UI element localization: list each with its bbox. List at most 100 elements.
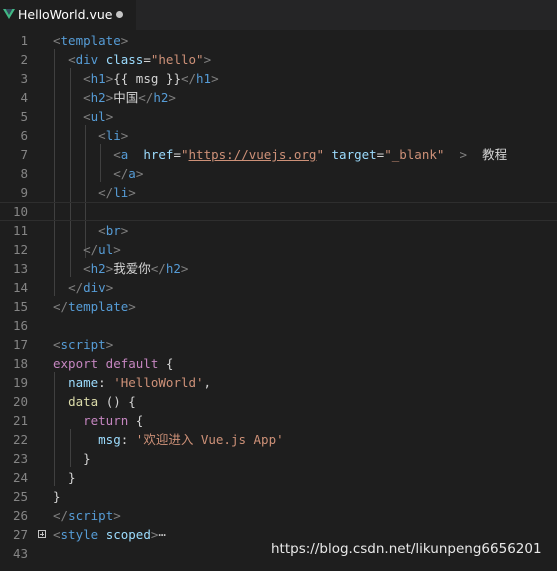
line-number: 24: [12, 470, 28, 485]
line-number: 17: [12, 337, 28, 352]
attribute-name: scoped: [105, 527, 151, 542]
tag-name: a: [128, 166, 136, 181]
code-line: 26 </script>: [0, 506, 557, 525]
attribute-name: target: [331, 147, 377, 162]
tag-name: li: [113, 185, 129, 200]
current-line[interactable]: 10: [0, 202, 557, 221]
tag-name: template: [68, 299, 129, 314]
text-content: 中国: [113, 90, 139, 105]
tag-name: div: [75, 52, 99, 67]
tag-name: h2: [153, 90, 169, 105]
code-line: 7 <a href="https://vuejs.org" target="_b…: [0, 145, 557, 164]
line-number: 1: [20, 33, 28, 48]
code-line: 17 <script>: [0, 335, 557, 354]
vue-file-icon: [3, 9, 15, 19]
tag-name: div: [83, 280, 106, 295]
code-line: 9 </li>: [0, 183, 557, 202]
string-value: '欢迎进入 Vue.js App': [135, 432, 284, 447]
tag-name: script: [68, 508, 114, 523]
tag-name: h2: [90, 90, 106, 105]
line-number: 14: [12, 280, 28, 295]
line-number: 20: [12, 394, 28, 409]
line-number: 4: [20, 90, 28, 105]
line-number: 3: [20, 71, 28, 86]
line-number: 22: [12, 432, 28, 447]
tag-name: ul: [90, 109, 106, 124]
tag-name: template: [60, 33, 121, 48]
attribute-name: class: [105, 52, 144, 67]
code-line: 1 <template>: [0, 31, 557, 50]
code-line: 12 </ul>: [0, 240, 557, 259]
code-line: 5 <ul>: [0, 107, 557, 126]
code-line: 15 </template>: [0, 297, 557, 316]
line-number: 10: [12, 204, 28, 219]
code-line: 14 </div>: [0, 278, 557, 297]
line-number: 7: [20, 147, 28, 162]
code-line: 11 <br>: [0, 221, 557, 240]
tag-name: ul: [98, 242, 114, 257]
line-number: 11: [12, 223, 28, 238]
code-line: 4 <h2>中国</h2>: [0, 88, 557, 107]
tag-name: script: [60, 337, 106, 352]
code-line: 22 msg: '欢迎进入 Vue.js App': [0, 430, 557, 449]
attribute-name: href: [143, 147, 174, 162]
expand-fold-icon[interactable]: [38, 530, 46, 538]
text-content: {{ msg }}: [113, 71, 181, 86]
code-line: 16: [0, 316, 557, 335]
line-number: 19: [12, 375, 28, 390]
code-line: 21 return {: [0, 411, 557, 430]
line-number: 2: [20, 52, 28, 67]
tag-name: br: [105, 223, 121, 238]
function-name: data: [68, 394, 99, 409]
tag-name: style: [60, 527, 99, 542]
string-value: 'HelloWorld': [113, 375, 204, 390]
tag-name: h2: [165, 261, 181, 276]
line-number: 18: [12, 356, 28, 371]
line-number: 23: [12, 451, 28, 466]
property-name: name: [68, 375, 99, 390]
line-number: 27: [12, 527, 28, 542]
folded-ellipsis[interactable]: ⋯: [158, 527, 166, 542]
tag-name: h1: [90, 71, 106, 86]
tab-bar: HelloWorld.vue: [0, 0, 557, 30]
line-number: 43: [12, 546, 28, 561]
line-number: 12: [12, 242, 28, 257]
code-line: 13 <h2>我爱你</h2>: [0, 259, 557, 278]
watermark-text: https://blog.csdn.net/likunpeng6656201: [271, 541, 542, 557]
url-link[interactable]: https://vuejs.org: [189, 147, 317, 162]
code-line: 23 }: [0, 449, 557, 468]
tag-name: h2: [90, 261, 106, 276]
tab-helloworld-vue[interactable]: HelloWorld.vue: [0, 0, 136, 30]
line-number: 16: [12, 318, 28, 333]
tag-name: a: [120, 147, 129, 162]
attribute-value: "_blank": [384, 147, 445, 162]
tag-name: h1: [196, 71, 212, 86]
line-number: 15: [12, 299, 28, 314]
line-number: 25: [12, 489, 28, 504]
text-content: 教程: [482, 147, 508, 162]
property-name: msg: [98, 432, 121, 447]
text-content: 我爱你: [113, 261, 151, 276]
line-number: 9: [20, 185, 28, 200]
tab-title: HelloWorld.vue: [18, 7, 113, 22]
code-editor[interactable]: 1 <template> 2 <div class="hello"> 3 <h1…: [0, 30, 557, 571]
code-line: 20 data () {: [0, 392, 557, 411]
attribute-value: "hello": [150, 52, 204, 67]
code-line: 24 }: [0, 468, 557, 487]
code-line: 6 <li>: [0, 126, 557, 145]
line-number: 26: [12, 508, 28, 523]
tag-name: li: [105, 128, 121, 143]
code-line: 8 </a>: [0, 164, 557, 183]
unsaved-dot-icon[interactable]: [116, 11, 123, 18]
line-number: 6: [20, 128, 28, 143]
code-line: 2 <div class="hello">: [0, 50, 557, 69]
line-number: 13: [12, 261, 28, 276]
line-number: 21: [12, 413, 28, 428]
line-number: 5: [20, 109, 28, 124]
code-line: 3 <h1>{{ msg }}</h1>: [0, 69, 557, 88]
keyword: export default: [53, 356, 159, 371]
code-line: 25 }: [0, 487, 557, 506]
code-line: 19 name: 'HelloWorld',: [0, 373, 557, 392]
code-line: 18 export default {: [0, 354, 557, 373]
line-number: 8: [20, 166, 28, 181]
